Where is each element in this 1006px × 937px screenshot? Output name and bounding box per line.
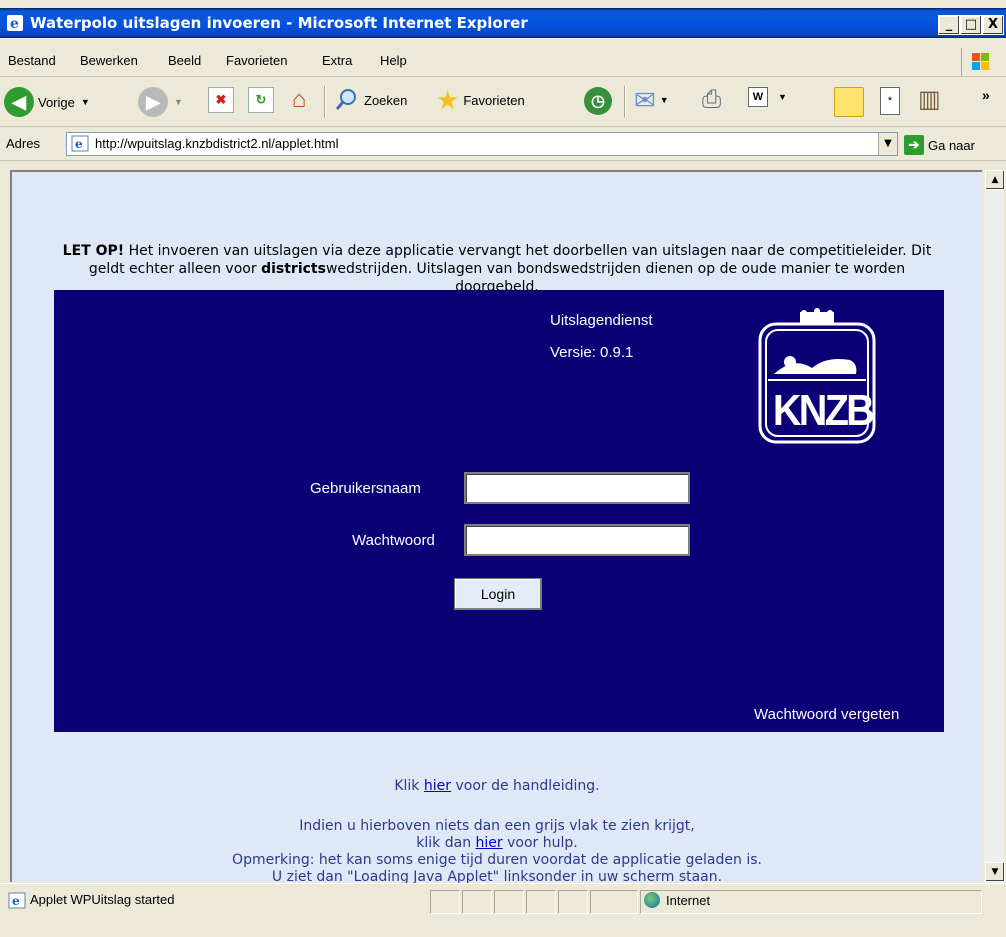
login-button[interactable]: Login [454, 578, 542, 610]
menu-bewerken[interactable]: Bewerken [80, 53, 138, 68]
svg-text:e: e [75, 137, 83, 151]
page-content: LET OP! Het invoeren van uitslagen via d… [10, 170, 982, 885]
menu-bestand[interactable]: Bestand [8, 53, 56, 68]
address-label: Adres [6, 136, 40, 151]
username-input[interactable] [464, 472, 690, 504]
discuss-button[interactable] [834, 87, 864, 117]
stop-button[interactable]: ✖ [208, 87, 234, 113]
refresh-icon: ↻ [248, 87, 274, 113]
status-text: Applet WPUitslag started [30, 892, 175, 907]
help-text: Indien u hierboven niets dan een grijs v… [232, 818, 762, 885]
service-name: Uitslagendienst [550, 312, 653, 329]
notice-bold: LET OP! [62, 243, 125, 259]
status-panel [494, 890, 524, 914]
title-bar: e Waterpolo uitslagen invoeren - Microso… [0, 8, 1006, 38]
forward-button[interactable]: ▶ ▼ [138, 87, 183, 117]
forward-arrow-icon: ▶ [138, 87, 168, 117]
home-icon: ⌂ [291, 86, 307, 113]
knzb-logo: KNZB [754, 308, 880, 448]
chevron-down-icon: ▼ [174, 97, 183, 107]
svg-text:e: e [12, 894, 20, 908]
status-bar: e Applet WPUitslag started Internet [0, 883, 1006, 914]
scroll-up-button[interactable]: ▲ [985, 170, 1005, 190]
notice-text: LET OP! Het invoeren van uitslagen via d… [62, 243, 932, 295]
favorites-button[interactable]: ★ Favorieten [436, 87, 525, 113]
media-button[interactable]: ▥ [918, 87, 941, 113]
menu-extra[interactable]: Extra [322, 53, 352, 68]
chevron-down-icon: ▼ [659, 95, 669, 105]
toolbar: ◀ Vorige ▼ ▶ ▼ ✖ ↻ ⌂ Zoeken ★ Favorieten… [0, 78, 1006, 127]
print-button[interactable]: ⎙ [702, 87, 721, 113]
help-link[interactable]: hier [476, 835, 503, 851]
globe-icon [644, 892, 660, 908]
address-dropdown-button[interactable]: ▼ [878, 133, 897, 155]
logo-text: KNZB [772, 386, 875, 435]
windows-flag-icon [961, 48, 1000, 76]
chevron-down-icon: ▼ [778, 92, 787, 102]
page-status-icon: e [8, 892, 26, 913]
refresh-button[interactable]: ↻ [248, 87, 274, 113]
manual-line: Klik hier voor de handleiding. [394, 778, 600, 794]
address-url: http://wpuitslag.knzbdistrict2.nl/applet… [95, 136, 339, 151]
password-label: Wachtwoord [352, 532, 435, 549]
status-panel [430, 890, 460, 914]
toolbar-overflow-button[interactable]: » [982, 87, 990, 103]
menu-favorieten[interactable]: Favorieten [226, 53, 287, 68]
go-button[interactable]: ➔ Ga naar [904, 135, 975, 155]
scroll-down-button[interactable]: ▼ [985, 862, 1005, 882]
ie-logo-icon: e [6, 14, 24, 32]
messenger-button[interactable]: * [880, 87, 900, 115]
chevron-down-icon: ▼ [80, 97, 90, 107]
search-icon [335, 89, 356, 110]
word-icon: W [748, 87, 768, 107]
menu-help[interactable]: Help [380, 53, 407, 68]
go-arrow-icon: ➔ [904, 135, 924, 155]
toolbar-separator [324, 86, 326, 118]
status-panel [590, 890, 638, 914]
address-input[interactable]: e http://wpuitslag.knzbdistrict2.nl/appl… [66, 132, 898, 156]
forgot-password-link[interactable]: Wachtwoord vergeten [754, 706, 899, 723]
page-icon: e [71, 135, 89, 152]
back-arrow-icon: ◀ [4, 87, 34, 117]
maximize-button[interactable]: □ [960, 15, 982, 35]
security-zone: Internet [644, 892, 710, 908]
minimize-button[interactable]: _ [938, 15, 960, 35]
password-input[interactable] [464, 524, 690, 556]
address-bar: Adres e http://wpuitslag.knzbdistrict2.n… [0, 128, 1006, 161]
menu-bar: Bestand Bewerken Beeld Favorieten Extra … [0, 44, 1006, 77]
version-text: Versie: 0.9.1 [550, 344, 634, 361]
manual-link[interactable]: hier [424, 778, 451, 794]
vertical-scrollbar[interactable]: ▲ ▼ [984, 170, 1005, 882]
research-icon: * [880, 87, 900, 115]
username-label: Gebruikersnaam [310, 480, 421, 497]
close-button[interactable]: X [982, 15, 1004, 35]
status-panel [462, 890, 492, 914]
status-panel [526, 890, 556, 914]
status-panel [558, 890, 588, 914]
login-applet: Uitslagendienst Versie: 0.9.1 KNZB Gebru… [54, 290, 944, 732]
menu-beeld[interactable]: Beeld [168, 53, 201, 68]
mail-button[interactable]: ✉ ▼ [634, 87, 669, 113]
home-button[interactable]: ⌂ [284, 86, 314, 113]
history-button[interactable]: ◷ [584, 87, 612, 115]
toolbar-separator [624, 86, 626, 118]
note-icon [834, 87, 864, 117]
star-icon: ★ [436, 85, 460, 115]
back-button[interactable]: ◀ Vorige ▼ [4, 87, 90, 117]
window-title: Waterpolo uitslagen invoeren - Microsoft… [30, 14, 528, 32]
books-icon: ▥ [918, 86, 941, 113]
mail-icon: ✉ [634, 85, 656, 115]
browser-window: e Waterpolo uitslagen invoeren - Microso… [0, 0, 1006, 937]
stop-icon: ✖ [208, 87, 234, 113]
svg-text:e: e [10, 16, 19, 32]
edit-button[interactable]: W ▼ [748, 87, 787, 107]
printer-icon: ⎙ [702, 86, 722, 113]
history-icon: ◷ [584, 87, 612, 115]
search-button[interactable]: Zoeken [334, 87, 407, 113]
